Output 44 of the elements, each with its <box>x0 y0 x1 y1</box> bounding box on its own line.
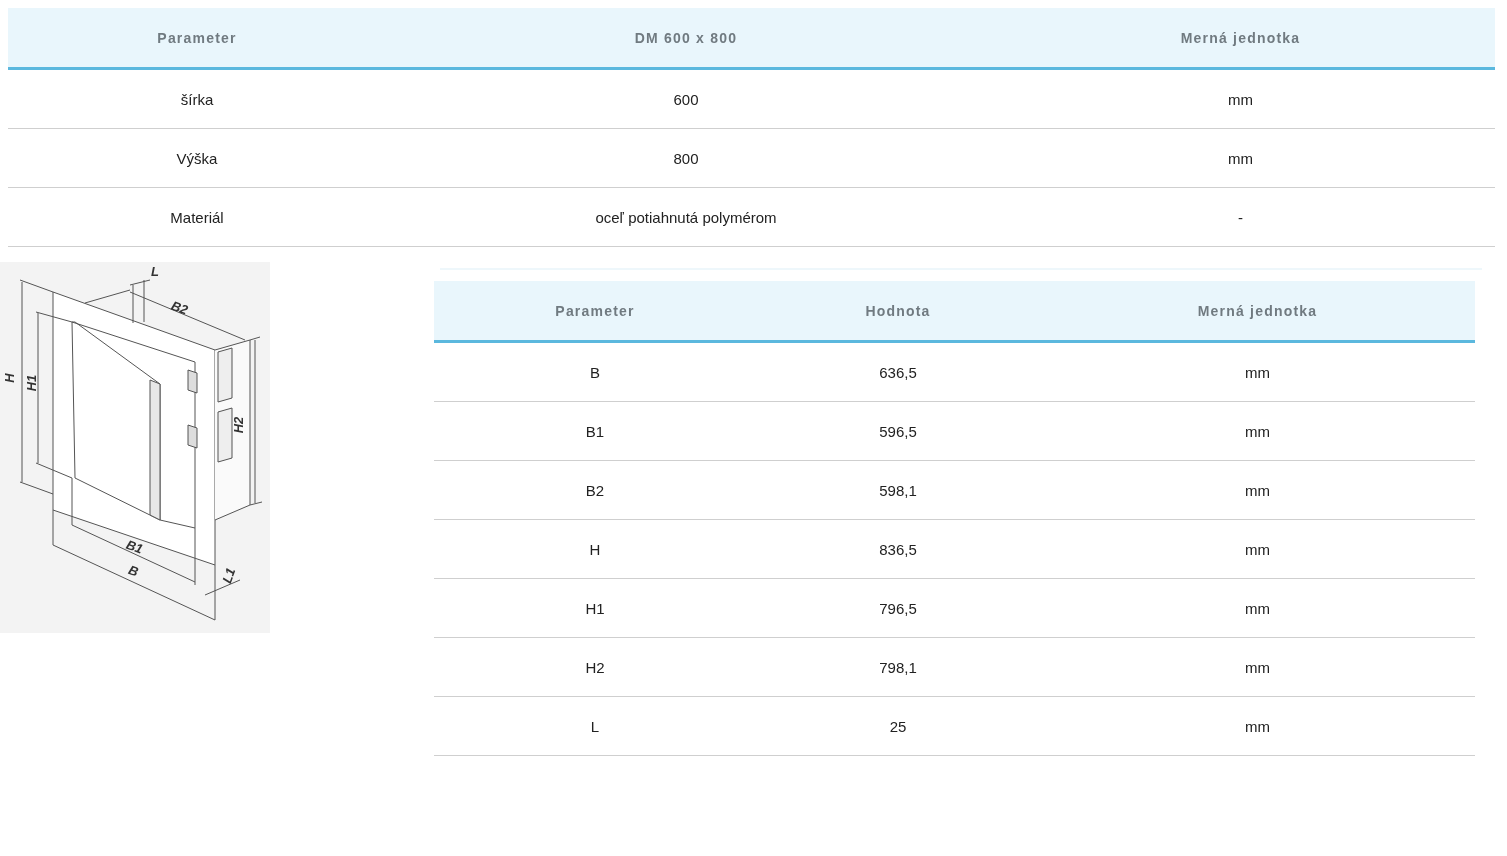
table-cell: mm <box>1040 519 1475 579</box>
table-cell: mm <box>1040 341 1475 402</box>
table-cell: H2 <box>434 637 756 697</box>
table-cell: H <box>434 519 756 579</box>
table-cell: B <box>434 341 756 402</box>
dimension-label: L1 <box>219 565 239 586</box>
table-cell: 798,1 <box>756 637 1040 697</box>
table-cell: mm <box>1040 696 1475 756</box>
column-header: DM 600 x 800 <box>386 8 986 69</box>
dimension-label: B1 <box>124 536 145 557</box>
table-cell: mm <box>1040 401 1475 461</box>
table-cell: Materiál <box>8 187 386 247</box>
dimension-label: H <box>2 373 17 383</box>
dimension-label: H2 <box>231 416 246 434</box>
table-cell: 598,1 <box>756 460 1040 520</box>
column-header: Parameter <box>434 281 756 342</box>
table-cell: mm <box>1040 460 1475 520</box>
table-cell: L <box>434 696 756 756</box>
column-header: Merná jednotka <box>986 8 1495 69</box>
table-cell: mm <box>1040 578 1475 638</box>
table-cell: 836,5 <box>756 519 1040 579</box>
dimension-label: H1 <box>24 374 39 392</box>
table-cell: oceľ potiahnutá polymérom <box>386 187 986 247</box>
table-cell: 636,5 <box>756 341 1040 402</box>
table-cell: mm <box>986 128 1495 188</box>
dimension-label: L <box>151 264 159 279</box>
dimension-label: B2 <box>169 297 190 318</box>
table-cell: 800 <box>386 128 986 188</box>
column-header: Merná jednotka <box>1040 281 1475 342</box>
table-cell: Výška <box>8 128 386 188</box>
table-cell: H1 <box>434 578 756 638</box>
table-cell: 796,5 <box>756 578 1040 638</box>
column-header: Parameter <box>8 8 386 69</box>
dimension-label: B <box>126 562 141 580</box>
table-cell: mm <box>1040 637 1475 697</box>
table-cell: B2 <box>434 460 756 520</box>
table-cell: 25 <box>756 696 1040 756</box>
table-cell: mm <box>986 68 1495 129</box>
table-cell: šírka <box>8 68 386 129</box>
table-cell: - <box>986 187 1495 247</box>
column-header: Hodnota <box>756 281 1040 342</box>
table-cell: B1 <box>434 401 756 461</box>
table-cell: 600 <box>386 68 986 129</box>
table-cell: 596,5 <box>756 401 1040 461</box>
